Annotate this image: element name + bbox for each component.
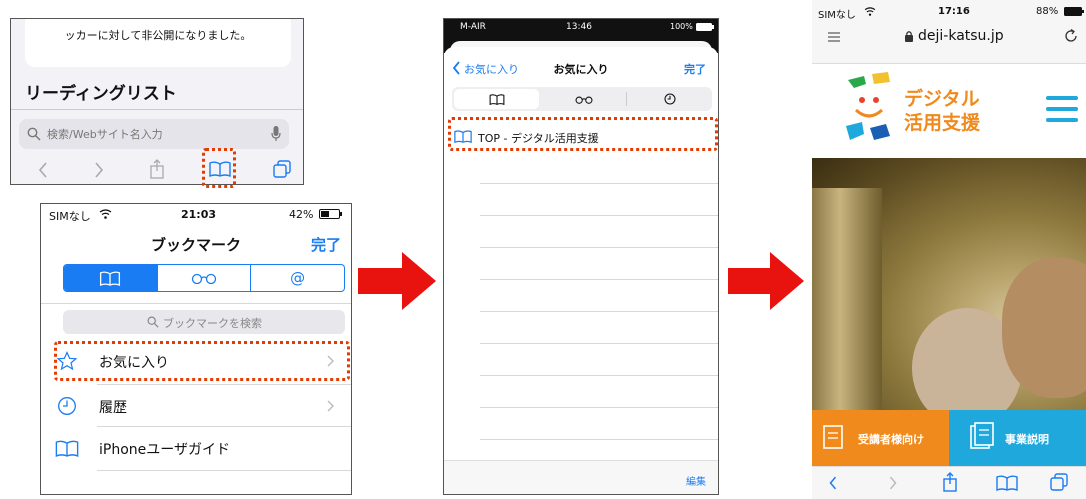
back-icon[interactable] xyxy=(828,475,838,491)
reader-mode-icon[interactable] xyxy=(828,32,840,42)
private-notice-card: ッカーに対して非公開になりました。 xyxy=(25,19,291,67)
tab-history[interactable] xyxy=(627,87,712,111)
bookmark-search-input[interactable]: ブックマークを検索 xyxy=(63,310,345,334)
favorites-screen: M-AIR 13:46 100% お気に入り お気に入り 完了 TOP - デジ… xyxy=(443,18,719,495)
sheet-card xyxy=(444,47,718,494)
site-header: デジタル 活用支援 xyxy=(812,64,1086,158)
hero-window-light xyxy=(812,188,882,410)
book-icon xyxy=(55,440,79,457)
tab-shared-links[interactable]: @ xyxy=(250,265,344,291)
status-battery: 42% xyxy=(289,208,314,221)
search-placeholder: 検索/Webサイト名入力 xyxy=(47,128,163,141)
bookmarks-segmented-control: @ xyxy=(63,264,345,292)
status-battery: 100% xyxy=(670,22,693,31)
clock-icon xyxy=(663,93,676,105)
tab-reading-list[interactable] xyxy=(541,92,627,106)
hamburger-menu-icon[interactable] xyxy=(1046,96,1078,122)
top-bookmark-highlight xyxy=(448,117,718,151)
page-title: ブックマーク xyxy=(150,236,241,254)
microphone-icon[interactable] xyxy=(271,126,281,142)
share-icon[interactable] xyxy=(942,472,958,492)
status-carrier: M-AIR xyxy=(460,22,486,32)
lock-icon xyxy=(905,31,913,42)
browser-toolbar xyxy=(812,466,1086,499)
tab-reading-list[interactable] xyxy=(156,265,251,291)
glasses-icon xyxy=(191,273,217,284)
reading-list-snippet: ッカーに対して非公開になりました。 リーディングリスト 検索/Webサイト名入力 xyxy=(10,18,304,185)
bottom-toolbar: 編集 xyxy=(444,460,718,494)
status-time: 17:16 xyxy=(938,6,970,17)
bookmark-search-placeholder: ブックマークを検索 xyxy=(163,317,262,330)
battery-icon xyxy=(696,23,714,31)
tab-bookmarks[interactable] xyxy=(64,265,157,291)
logo-text-line1: デジタル xyxy=(904,88,980,110)
edit-button[interactable]: 編集 xyxy=(686,473,706,488)
book-icon xyxy=(489,93,504,105)
page-title: お気に入り xyxy=(553,63,609,76)
url-text[interactable]: deji-katsu.jp xyxy=(918,28,1004,44)
list-item-label: 履歴 xyxy=(99,400,127,416)
at-icon: @ xyxy=(290,269,306,287)
arrow-right-icon xyxy=(358,252,436,310)
list-item-iphone-guide[interactable]: iPhoneユーザガイド xyxy=(41,428,351,468)
done-button[interactable]: 完了 xyxy=(311,234,341,255)
search-input[interactable]: 検索/Webサイト名入力 xyxy=(19,119,289,149)
status-carrier: SIMなし xyxy=(49,210,91,223)
clock-icon xyxy=(58,397,76,415)
logo-text-line2: 活用支援 xyxy=(904,112,981,134)
segmented-control xyxy=(452,87,712,111)
site-logo-icon xyxy=(846,72,890,140)
search-icon xyxy=(147,316,159,328)
wifi-icon xyxy=(99,209,112,219)
chevron-right-icon xyxy=(327,400,334,412)
share-icon[interactable] xyxy=(149,159,165,179)
business-description-label: 事業説明 xyxy=(1005,433,1049,446)
tabs-icon[interactable] xyxy=(1050,473,1068,491)
status-time: 13:46 xyxy=(566,22,592,32)
glasses-icon xyxy=(575,96,592,104)
business-description-button[interactable]: 事業説明 xyxy=(949,410,1086,466)
battery-icon xyxy=(319,209,342,219)
for-attendees-button[interactable]: 受講者様向け xyxy=(812,410,949,466)
reading-list-title: リーディングリスト xyxy=(25,84,177,104)
list-item-label: iPhoneユーザガイド xyxy=(99,442,230,458)
reload-icon[interactable] xyxy=(1064,29,1078,43)
forward-icon[interactable] xyxy=(93,161,105,179)
status-time: 21:03 xyxy=(181,208,217,221)
for-attendees-label: 受講者様向け xyxy=(858,433,924,446)
favorites-row-highlight xyxy=(54,341,350,381)
forward-icon[interactable] xyxy=(888,475,898,491)
bookmarks-button-highlight xyxy=(202,148,236,188)
hero-person-right xyxy=(1002,258,1086,398)
tab-bookmarks[interactable] xyxy=(454,89,539,109)
private-notice-text: ッカーに対して非公開になりました。 xyxy=(64,29,252,42)
tabs-icon[interactable] xyxy=(273,160,291,178)
status-carrier: SIMなし xyxy=(818,10,856,21)
battery-icon xyxy=(1064,7,1084,16)
browser-chrome: SIMなし 17:16 88% deji-katsu.jp xyxy=(812,0,1086,64)
search-icon xyxy=(27,127,41,141)
wifi-icon xyxy=(864,7,876,16)
notebook-icon xyxy=(970,422,994,449)
bookmarks-book-icon[interactable] xyxy=(996,475,1018,491)
hero-photo xyxy=(812,158,1086,428)
list-item-history[interactable]: 履歴 xyxy=(41,386,351,426)
arrow-right-icon xyxy=(728,252,804,310)
done-button[interactable]: 完了 xyxy=(684,61,706,77)
back-icon[interactable] xyxy=(37,161,49,179)
document-icon xyxy=(823,425,843,449)
book-icon xyxy=(100,270,121,286)
status-battery: 88% xyxy=(1036,6,1059,17)
website-screen: SIMなし 17:16 88% deji-katsu.jp デジタル 活用支援 … xyxy=(812,0,1086,499)
